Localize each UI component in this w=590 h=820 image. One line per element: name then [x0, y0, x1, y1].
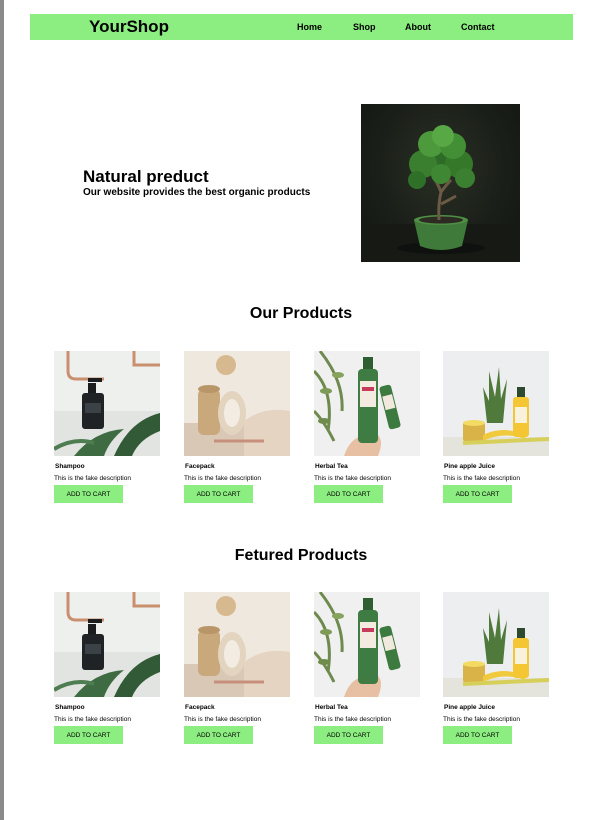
herbal-tea-bottle-image[interactable] — [314, 351, 420, 456]
products-grid: Shampoo This is the fake description ADD… — [54, 351, 554, 511]
product-name: Herbal Tea — [315, 704, 348, 711]
product-description: This is the fake description — [54, 716, 131, 723]
herbal-tea-bottle-image[interactable] — [314, 592, 420, 697]
product-description: This is the fake description — [54, 475, 131, 482]
product-description: This is the fake description — [184, 475, 261, 482]
nav-link-home[interactable]: Home — [297, 22, 322, 32]
product-name: Shampoo — [55, 704, 85, 711]
facepack-jar-image[interactable] — [184, 592, 290, 697]
product-name: Pine apple Juice — [444, 463, 495, 470]
site-logo[interactable]: YourShop — [89, 17, 169, 37]
shampoo-bottle-image[interactable] — [54, 351, 160, 456]
product-card: Herbal Tea This is the fake description … — [314, 592, 420, 744]
product-card: Herbal Tea This is the fake description … — [314, 351, 420, 503]
product-name: Facepack — [185, 463, 215, 470]
shampoo-bottle-image[interactable] — [54, 592, 160, 697]
hero-title: Natural preduct — [83, 167, 209, 186]
add-to-cart-button[interactable]: ADD TO CART — [314, 726, 383, 744]
products-section-title: Our Products — [249, 305, 353, 322]
product-name: Shampoo — [55, 463, 85, 470]
product-card: Shampoo This is the fake description ADD… — [54, 592, 160, 744]
hero-subtitle: Our website provides the best organic pr… — [83, 187, 311, 198]
featured-section-title: Fetured Products — [234, 547, 368, 564]
product-description: This is the fake description — [314, 475, 391, 482]
product-card: Pine apple Juice This is the fake descri… — [443, 592, 549, 744]
pineapple-juice-image[interactable] — [443, 351, 549, 456]
add-to-cart-button[interactable]: ADD TO CART — [443, 726, 512, 744]
pineapple-juice-image[interactable] — [443, 592, 549, 697]
featured-grid: Shampoo This is the fake description ADD… — [54, 592, 554, 752]
nav-link-shop[interactable]: Shop — [353, 22, 376, 32]
product-description: This is the fake description — [184, 716, 261, 723]
product-card: Pine apple Juice This is the fake descri… — [443, 351, 549, 503]
add-to-cart-button[interactable]: ADD TO CART — [54, 726, 123, 744]
bonsai-tree-image — [361, 104, 520, 262]
add-to-cart-button[interactable]: ADD TO CART — [54, 485, 123, 503]
window-edge — [0, 0, 4, 820]
navbar: YourShop Home Shop About Contact — [30, 14, 573, 40]
facepack-jar-image[interactable] — [184, 351, 290, 456]
product-description: This is the fake description — [314, 716, 391, 723]
product-name: Facepack — [185, 704, 215, 711]
product-description: This is the fake description — [443, 716, 520, 723]
add-to-cart-button[interactable]: ADD TO CART — [184, 485, 253, 503]
product-card: Facepack This is the fake description AD… — [184, 351, 290, 503]
product-card: Facepack This is the fake description AD… — [184, 592, 290, 744]
add-to-cart-button[interactable]: ADD TO CART — [314, 485, 383, 503]
product-card: Shampoo This is the fake description ADD… — [54, 351, 160, 503]
add-to-cart-button[interactable]: ADD TO CART — [443, 485, 512, 503]
nav-link-contact[interactable]: Contact — [461, 22, 495, 32]
product-name: Herbal Tea — [315, 463, 348, 470]
nav-link-about[interactable]: About — [405, 22, 431, 32]
product-name: Pine apple Juice — [444, 704, 495, 711]
add-to-cart-button[interactable]: ADD TO CART — [184, 726, 253, 744]
product-description: This is the fake description — [443, 475, 520, 482]
